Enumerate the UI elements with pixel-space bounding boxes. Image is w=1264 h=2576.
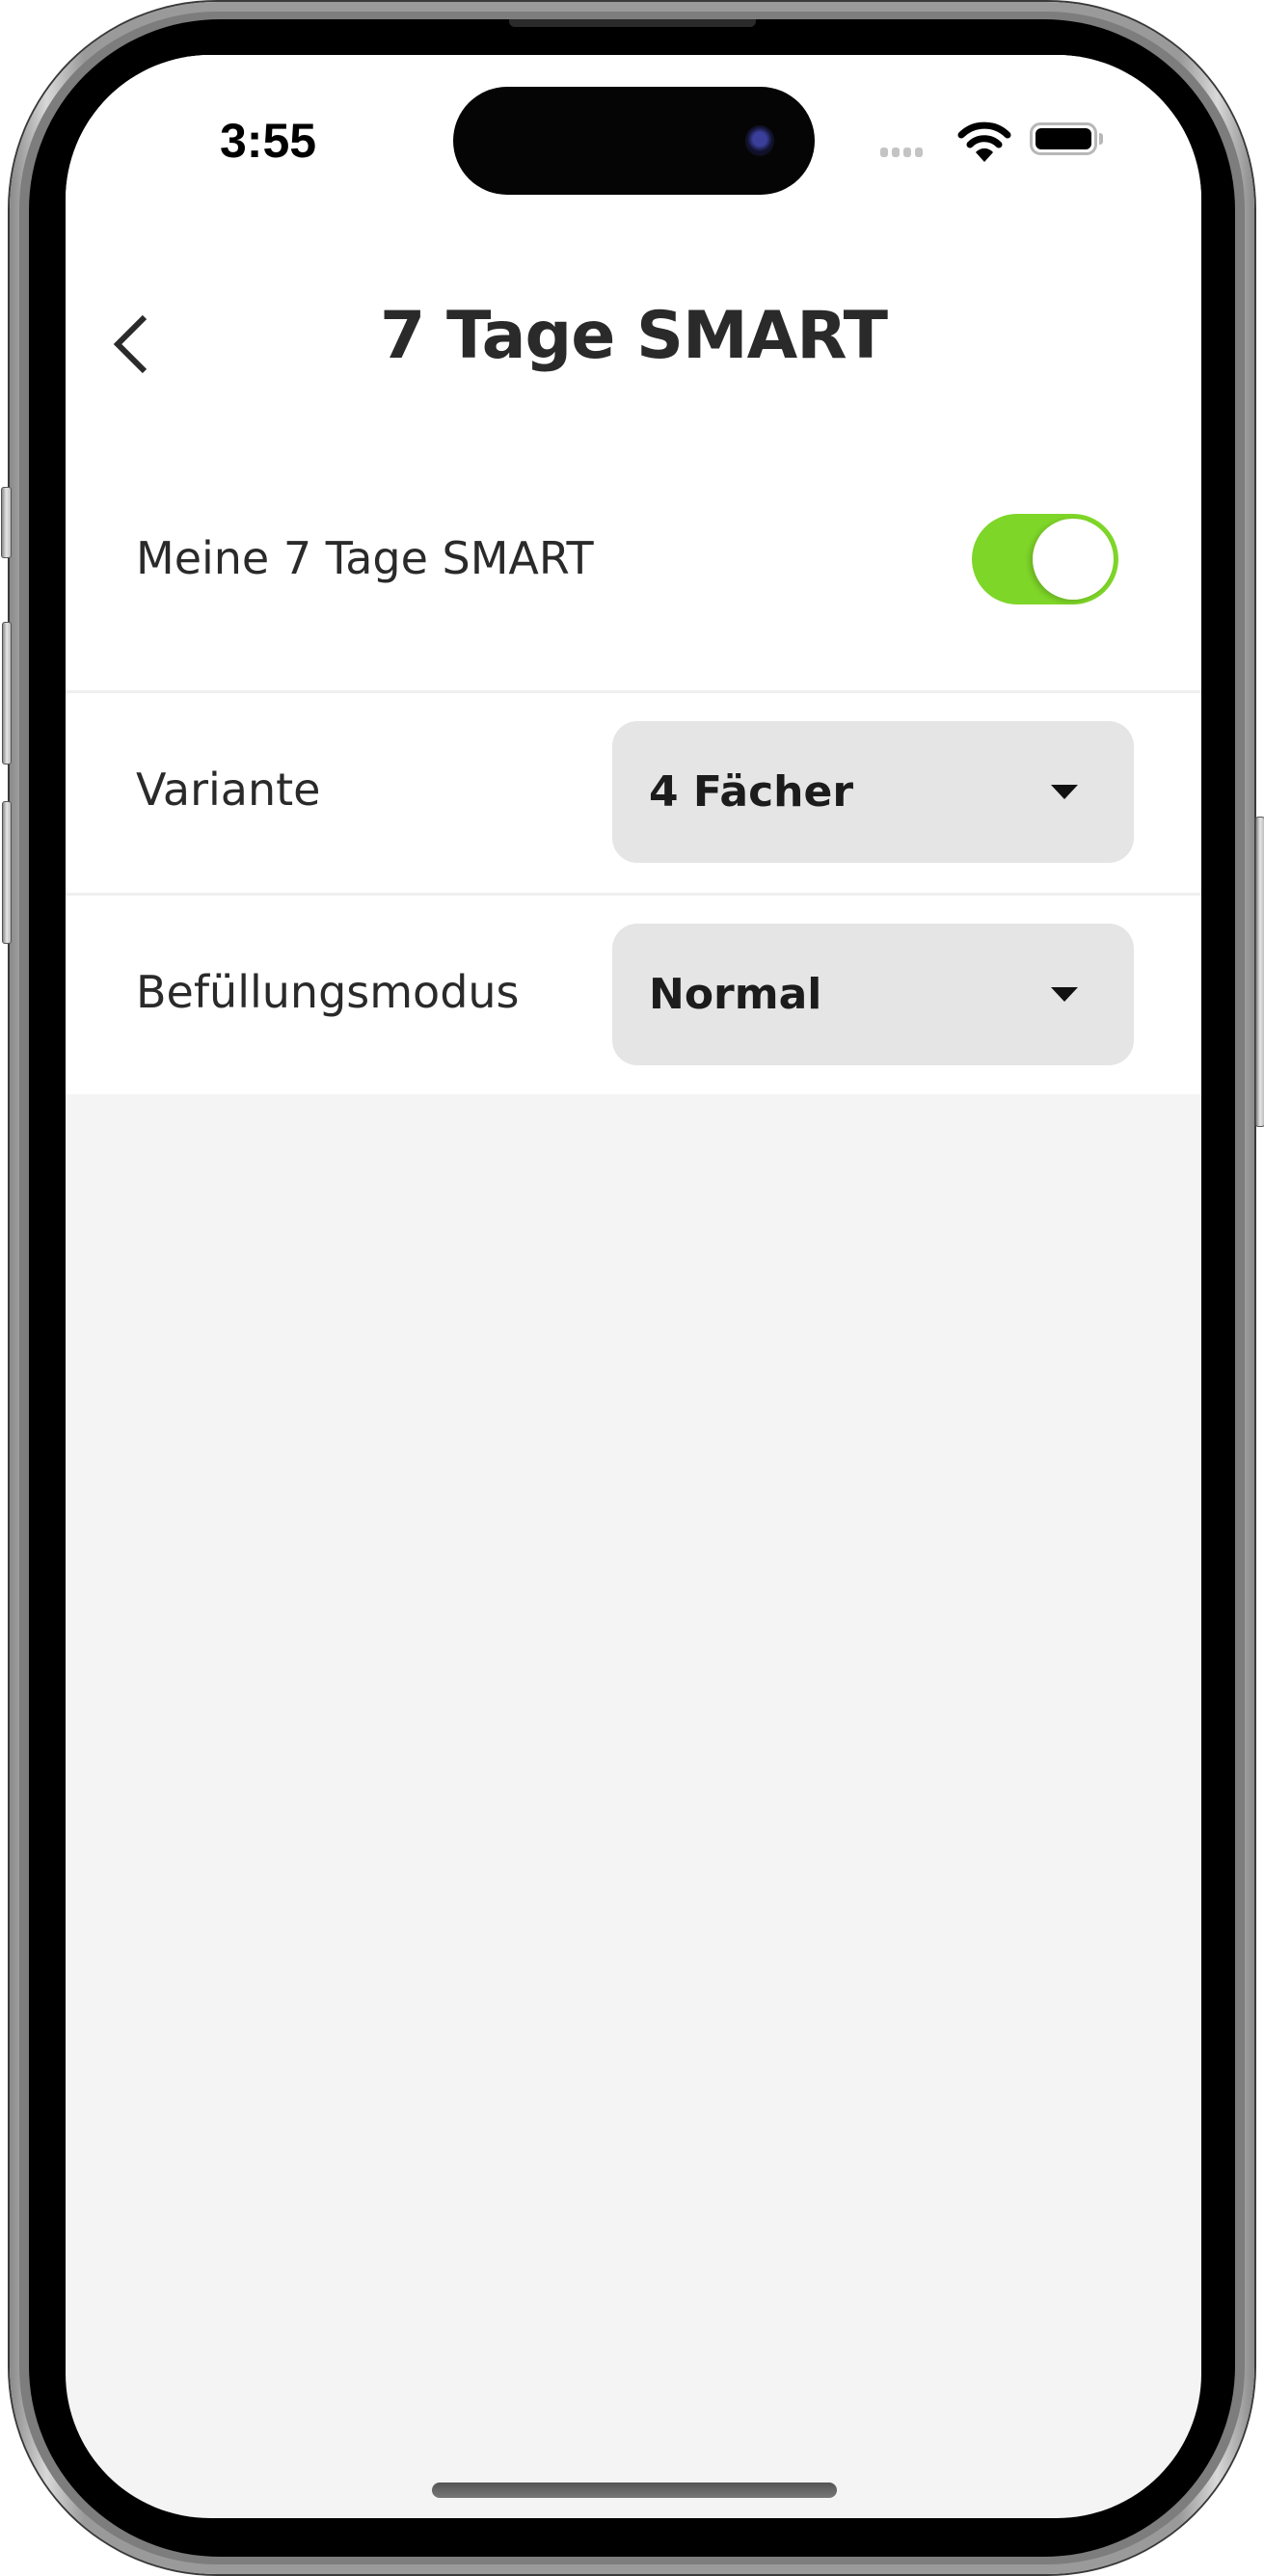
variant-label: Variante	[136, 764, 321, 816]
page-title: 7 Tage SMART	[380, 298, 888, 374]
power-button	[1255, 817, 1264, 1127]
wifi-icon	[957, 121, 1011, 162]
toggle-row-label: Meine 7 Tage SMART	[136, 532, 594, 584]
battery-icon	[1030, 122, 1097, 155]
volume-down-button	[2, 801, 12, 944]
battery-cap	[1099, 133, 1103, 145]
toggle-knob	[1033, 519, 1114, 600]
screen: 3:55 7 Tage SMART Meine 7 Tage SMART Var…	[66, 55, 1201, 2518]
cellular-signal-icon	[880, 148, 923, 157]
fill-mode-dropdown[interactable]: Normal	[612, 924, 1134, 1065]
caret-down-icon	[1051, 987, 1078, 1002]
caret-down-icon	[1051, 785, 1078, 799]
action-button	[1, 487, 12, 558]
divider	[66, 690, 1201, 693]
divider	[66, 893, 1201, 896]
fill-mode-selected-value: Normal	[649, 970, 822, 1019]
dynamic-island	[453, 87, 815, 195]
variant-selected-value: 4 Fächer	[649, 767, 854, 817]
variant-dropdown[interactable]: 4 Fächer	[612, 721, 1134, 863]
fill-mode-label: Befüllungsmodus	[136, 966, 520, 1018]
home-indicator[interactable]	[432, 2482, 837, 2498]
status-time: 3:55	[220, 114, 317, 168]
earpiece-speaker	[509, 19, 756, 27]
volume-up-button	[2, 622, 12, 765]
front-camera-icon	[745, 125, 774, 156]
meine-7-tage-smart-toggle[interactable]	[972, 514, 1118, 604]
